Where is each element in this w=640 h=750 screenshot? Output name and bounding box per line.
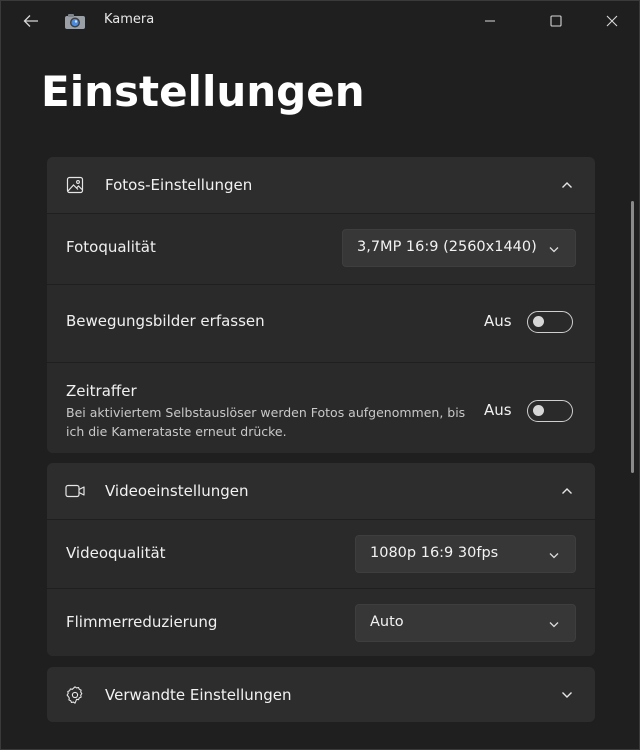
photo-settings-header[interactable]: Fotos-Einstellungen bbox=[47, 157, 595, 213]
video-settings-card: Videoeinstellungen Videoqualität 1080p 1… bbox=[47, 463, 595, 656]
camera-app-icon bbox=[63, 10, 87, 32]
chevron-down-icon bbox=[547, 242, 561, 256]
maximize-button[interactable] bbox=[533, 1, 579, 41]
back-button[interactable] bbox=[15, 9, 47, 33]
video-settings-title: Videoeinstellungen bbox=[105, 482, 249, 500]
video-settings-header[interactable]: Videoeinstellungen bbox=[47, 463, 595, 519]
photo-quality-label: Fotoqualität bbox=[66, 238, 156, 256]
related-settings-title: Verwandte Einstellungen bbox=[105, 686, 292, 704]
chevron-up-icon[interactable] bbox=[559, 483, 575, 499]
toggle-knob bbox=[533, 405, 544, 416]
motion-pictures-toggle[interactable] bbox=[527, 311, 573, 333]
timelapse-toggle[interactable] bbox=[527, 400, 573, 422]
timelapse-description: Bei aktiviertem Selbstauslöser werden Fo… bbox=[66, 405, 466, 439]
photo-quality-row: Fotoqualität 3,7MP 16:9 (2560x1440) bbox=[47, 213, 595, 284]
flicker-reduction-value: Auto bbox=[370, 614, 404, 630]
flicker-reduction-row: Flimmerreduzierung Auto bbox=[47, 588, 595, 656]
video-quality-label: Videoqualität bbox=[66, 544, 166, 562]
related-settings-card: Verwandte Einstellungen bbox=[47, 667, 595, 722]
video-camera-icon bbox=[65, 481, 85, 501]
motion-pictures-state: Aus bbox=[484, 312, 512, 330]
close-button[interactable] bbox=[589, 1, 635, 41]
title-bar: Kamera bbox=[1, 1, 639, 41]
timelapse-state: Aus bbox=[484, 401, 512, 419]
chevron-up-icon[interactable] bbox=[559, 177, 575, 193]
photo-settings-title: Fotos-Einstellungen bbox=[105, 176, 253, 194]
toggle-knob bbox=[533, 316, 544, 327]
image-icon bbox=[65, 175, 85, 195]
photo-quality-dropdown[interactable]: 3,7MP 16:9 (2560x1440) bbox=[342, 229, 576, 267]
maximize-icon bbox=[550, 15, 562, 27]
flicker-reduction-label: Flimmerreduzierung bbox=[66, 613, 218, 631]
chevron-down-icon bbox=[547, 548, 561, 562]
page-title: Einstellungen bbox=[41, 67, 365, 116]
motion-pictures-row: Bewegungsbilder erfassen Aus bbox=[47, 284, 595, 362]
back-arrow-icon bbox=[23, 15, 38, 27]
chevron-down-icon[interactable] bbox=[559, 687, 575, 703]
gear-icon bbox=[65, 685, 85, 705]
close-icon bbox=[606, 15, 618, 27]
timelapse-row: Zeitraffer Bei aktiviertem Selbstauslöse… bbox=[47, 362, 595, 453]
related-settings-header[interactable]: Verwandte Einstellungen bbox=[47, 667, 595, 722]
app-title: Kamera bbox=[104, 12, 155, 27]
video-quality-value: 1080p 16:9 30fps bbox=[370, 545, 499, 561]
timelapse-label: Zeitraffer bbox=[66, 382, 137, 400]
photo-quality-value: 3,7MP 16:9 (2560x1440) bbox=[357, 239, 537, 255]
video-quality-dropdown[interactable]: 1080p 16:9 30fps bbox=[355, 535, 576, 573]
chevron-down-icon bbox=[547, 617, 561, 631]
camera-settings-window: Kamera Einstellungen Fotos-Einstellungen… bbox=[0, 0, 640, 750]
scrollbar[interactable] bbox=[631, 201, 634, 473]
flicker-reduction-dropdown[interactable]: Auto bbox=[355, 604, 576, 642]
video-quality-row: Videoqualität 1080p 16:9 30fps bbox=[47, 519, 595, 588]
minimize-icon bbox=[485, 20, 495, 22]
minimize-button[interactable] bbox=[467, 1, 513, 41]
photo-settings-card: Fotos-Einstellungen Fotoqualität 3,7MP 1… bbox=[47, 157, 595, 453]
motion-pictures-label: Bewegungsbilder erfassen bbox=[66, 312, 265, 330]
